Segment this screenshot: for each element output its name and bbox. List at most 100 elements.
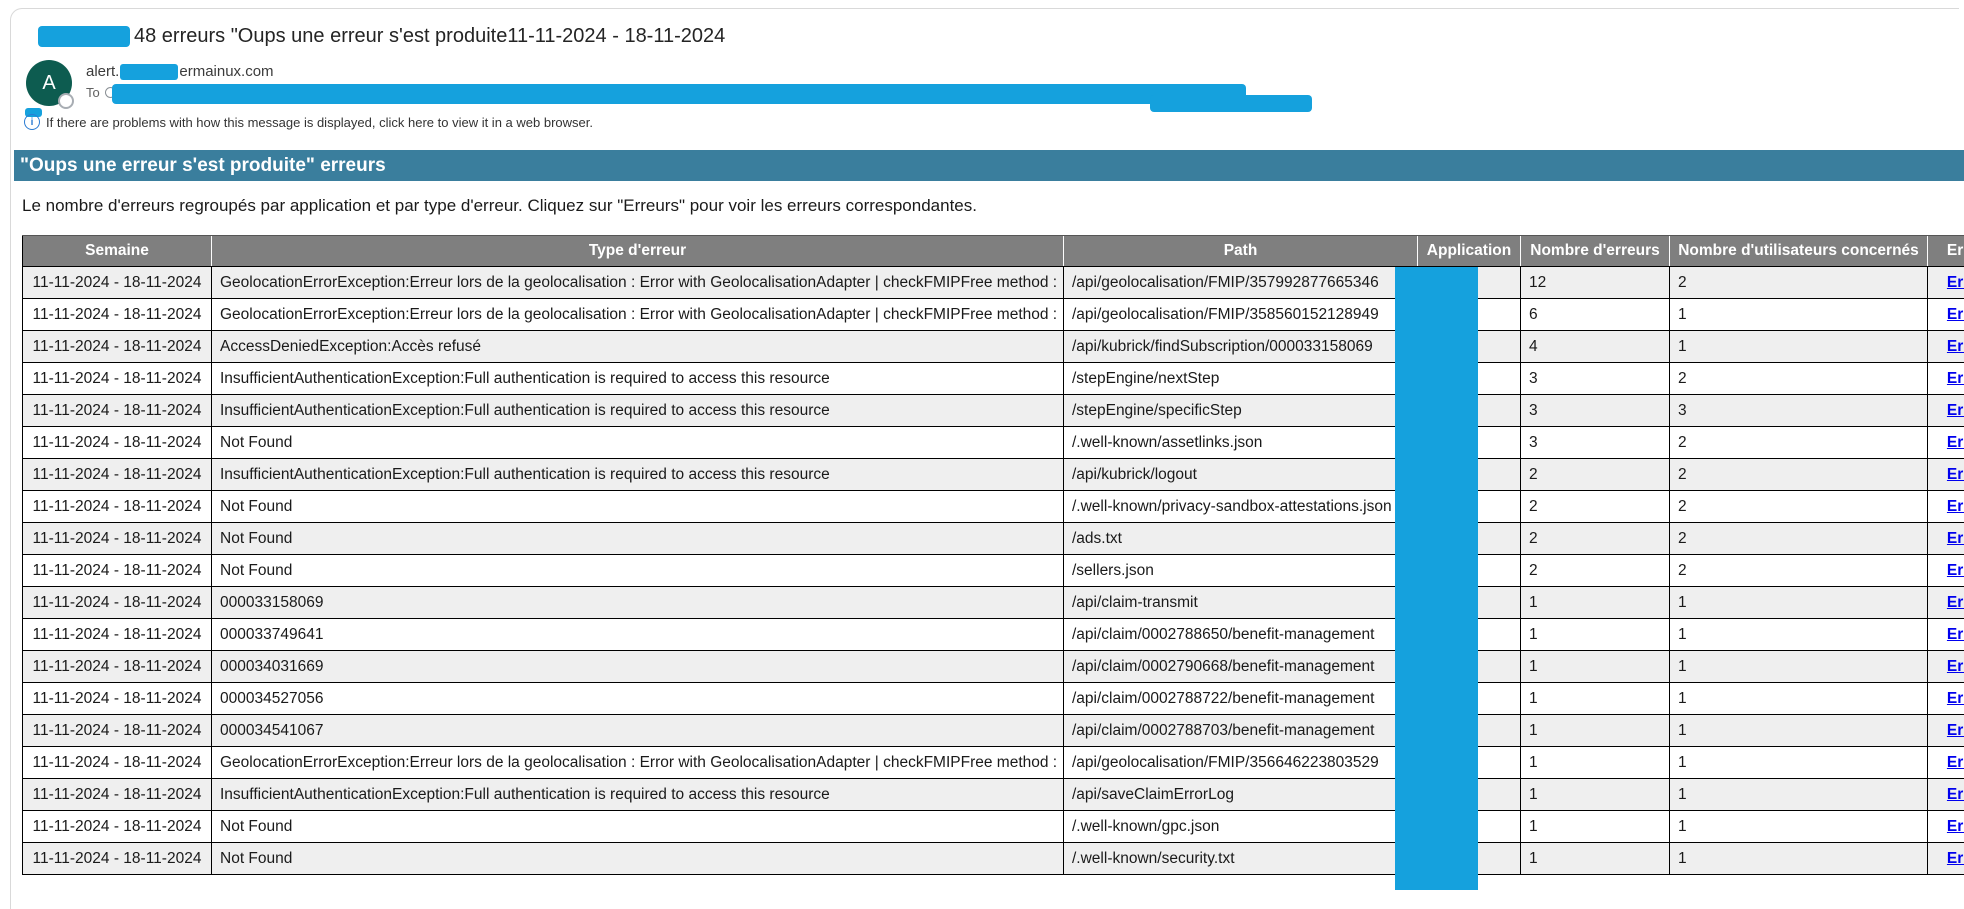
cell-nombre-erreurs: 3 bbox=[1521, 427, 1670, 459]
cell-erreurs: Erreurs bbox=[1928, 747, 1964, 779]
erreurs-link[interactable]: Erreurs bbox=[1947, 498, 1964, 515]
cell-type-erreur: Not Found bbox=[212, 555, 1064, 587]
cell-erreurs: Erreurs bbox=[1928, 491, 1964, 523]
cell-nombre-utilisateurs: 1 bbox=[1670, 619, 1928, 651]
table-row: 11-11-2024 - 18-11-2024 GeolocationError… bbox=[23, 299, 1964, 331]
avatar-letter: A bbox=[42, 72, 55, 95]
table-row: 11-11-2024 - 18-11-2024 InsufficientAuth… bbox=[23, 363, 1964, 395]
cell-erreurs: Erreurs bbox=[1928, 555, 1964, 587]
email-subject: 48 erreurs "Oups une erreur s'est produi… bbox=[38, 25, 725, 48]
cell-erreurs: Erreurs bbox=[1928, 715, 1964, 747]
sender-address[interactable]: alert. ermainux.com bbox=[86, 63, 274, 80]
cell-semaine: 11-11-2024 - 18-11-2024 bbox=[23, 715, 212, 747]
cell-type-erreur: 000034031669 bbox=[212, 651, 1064, 683]
cell-nombre-erreurs: 1 bbox=[1521, 619, 1670, 651]
erreurs-link[interactable]: Erreurs bbox=[1947, 690, 1964, 707]
cell-semaine: 11-11-2024 - 18-11-2024 bbox=[23, 427, 212, 459]
cell-application bbox=[1418, 395, 1521, 427]
cell-nombre-erreurs: 1 bbox=[1521, 683, 1670, 715]
cell-path: /api/claim-transmit bbox=[1064, 587, 1418, 619]
cell-erreurs: Erreurs bbox=[1928, 427, 1964, 459]
erreurs-link[interactable]: Erreurs bbox=[1947, 786, 1964, 803]
cell-type-erreur: Not Found bbox=[212, 523, 1064, 555]
cell-semaine: 11-11-2024 - 18-11-2024 bbox=[23, 843, 212, 875]
cell-nombre-erreurs: 6 bbox=[1521, 299, 1670, 331]
erreurs-link[interactable]: Erreurs bbox=[1947, 818, 1964, 835]
cell-type-erreur: Not Found bbox=[212, 843, 1064, 875]
table-row: 11-11-2024 - 18-11-2024 GeolocationError… bbox=[23, 747, 1964, 779]
cell-nombre-erreurs: 2 bbox=[1521, 555, 1670, 587]
table-row: 11-11-2024 - 18-11-2024 000033749641 /ap… bbox=[23, 619, 1964, 651]
cell-nombre-utilisateurs: 1 bbox=[1670, 299, 1928, 331]
cell-path: /api/geolocalisation/FMIP/35856015212894… bbox=[1064, 299, 1418, 331]
cell-application bbox=[1418, 811, 1521, 843]
erreurs-link[interactable]: Erreurs bbox=[1947, 306, 1964, 323]
recipients-redaction bbox=[112, 84, 1246, 104]
erreurs-link[interactable]: Erreurs bbox=[1947, 850, 1964, 867]
table-row: 11-11-2024 - 18-11-2024 000034541067 /ap… bbox=[23, 715, 1964, 747]
recipients-redaction-step bbox=[1150, 95, 1312, 112]
cell-path: /.well-known/privacy-sandbox-attestation… bbox=[1064, 491, 1418, 523]
cell-application bbox=[1418, 555, 1521, 587]
table-row: 11-11-2024 - 18-11-2024 GeolocationError… bbox=[23, 267, 1964, 299]
cell-type-erreur: InsufficientAuthenticationException:Full… bbox=[212, 395, 1064, 427]
cell-application bbox=[1418, 267, 1521, 299]
erreurs-link[interactable]: Erreurs bbox=[1947, 338, 1964, 355]
cell-type-erreur: Not Found bbox=[212, 427, 1064, 459]
cell-type-erreur: GeolocationErrorException:Erreur lors de… bbox=[212, 299, 1064, 331]
cell-application bbox=[1418, 299, 1521, 331]
cell-semaine: 11-11-2024 - 18-11-2024 bbox=[23, 491, 212, 523]
erreurs-link[interactable]: Erreurs bbox=[1947, 402, 1964, 419]
cell-nombre-erreurs: 1 bbox=[1521, 715, 1670, 747]
cell-nombre-erreurs: 1 bbox=[1521, 587, 1670, 619]
cell-semaine: 11-11-2024 - 18-11-2024 bbox=[23, 779, 212, 811]
subject-text: 48 erreurs "Oups une erreur s'est produi… bbox=[134, 25, 725, 48]
sender-redaction bbox=[120, 64, 178, 80]
cell-path: /api/geolocalisation/FMIP/35799287766534… bbox=[1064, 267, 1418, 299]
cell-path: /api/claim/0002788722/benefit-management bbox=[1064, 683, 1418, 715]
erreurs-link[interactable]: Erreurs bbox=[1947, 370, 1964, 387]
column-header-nombre-utilisateurs: Nombre d'utilisateurs concernés bbox=[1670, 236, 1928, 267]
table-row: 11-11-2024 - 18-11-2024 AccessDeniedExce… bbox=[23, 331, 1964, 363]
cell-path: /ads.txt bbox=[1064, 523, 1418, 555]
erreurs-link[interactable]: Erreurs bbox=[1947, 274, 1964, 291]
table-row: 11-11-2024 - 18-11-2024 000034031669 /ap… bbox=[23, 651, 1964, 683]
table-row: 11-11-2024 - 18-11-2024 Not Found /ads.t… bbox=[23, 523, 1964, 555]
erreurs-link[interactable]: Erreurs bbox=[1947, 466, 1964, 483]
cell-nombre-utilisateurs: 1 bbox=[1670, 651, 1928, 683]
cell-application bbox=[1418, 427, 1521, 459]
erreurs-link[interactable]: Erreurs bbox=[1947, 530, 1964, 547]
cell-type-erreur: GeolocationErrorException:Erreur lors de… bbox=[212, 747, 1064, 779]
cell-erreurs: Erreurs bbox=[1928, 651, 1964, 683]
table-row: 11-11-2024 - 18-11-2024 Not Found /.well… bbox=[23, 811, 1964, 843]
cell-path: /api/geolocalisation/FMIP/35664622380352… bbox=[1064, 747, 1418, 779]
cell-nombre-utilisateurs: 1 bbox=[1670, 747, 1928, 779]
cell-nombre-utilisateurs: 3 bbox=[1670, 395, 1928, 427]
cell-nombre-erreurs: 3 bbox=[1521, 363, 1670, 395]
table-row: 11-11-2024 - 18-11-2024 Not Found /.well… bbox=[23, 491, 1964, 523]
cell-path: /.well-known/assetlinks.json bbox=[1064, 427, 1418, 459]
message-display-warning[interactable]: i If there are problems with how this me… bbox=[24, 114, 593, 130]
erreurs-link[interactable]: Erreurs bbox=[1947, 562, 1964, 579]
cell-erreurs: Erreurs bbox=[1928, 619, 1964, 651]
sender-suffix: ermainux.com bbox=[179, 63, 273, 80]
cell-nombre-utilisateurs: 2 bbox=[1670, 459, 1928, 491]
erreurs-link[interactable]: Erreurs bbox=[1947, 754, 1964, 771]
column-header-nombre-erreurs: Nombre d'erreurs bbox=[1521, 236, 1670, 267]
erreurs-link[interactable]: Erreurs bbox=[1947, 658, 1964, 675]
presence-indicator bbox=[58, 93, 74, 109]
erreurs-link[interactable]: Erreurs bbox=[1947, 594, 1964, 611]
erreurs-link[interactable]: Erreurs bbox=[1947, 722, 1964, 739]
erreurs-link[interactable]: Erreurs bbox=[1947, 434, 1964, 451]
cell-erreurs: Erreurs bbox=[1928, 523, 1964, 555]
cell-semaine: 11-11-2024 - 18-11-2024 bbox=[23, 299, 212, 331]
cell-application bbox=[1418, 523, 1521, 555]
table-row: 11-11-2024 - 18-11-2024 InsufficientAuth… bbox=[23, 395, 1964, 427]
errors-table: Semaine Type d'erreur Path Application N… bbox=[22, 235, 1964, 875]
cell-type-erreur: AccessDeniedException:Accès refusé bbox=[212, 331, 1064, 363]
cell-application bbox=[1418, 747, 1521, 779]
report-title-banner: "Oups une erreur s'est produite" erreurs bbox=[14, 150, 1964, 181]
cell-nombre-utilisateurs: 2 bbox=[1670, 555, 1928, 587]
erreurs-link[interactable]: Erreurs bbox=[1947, 626, 1964, 643]
cell-application bbox=[1418, 683, 1521, 715]
